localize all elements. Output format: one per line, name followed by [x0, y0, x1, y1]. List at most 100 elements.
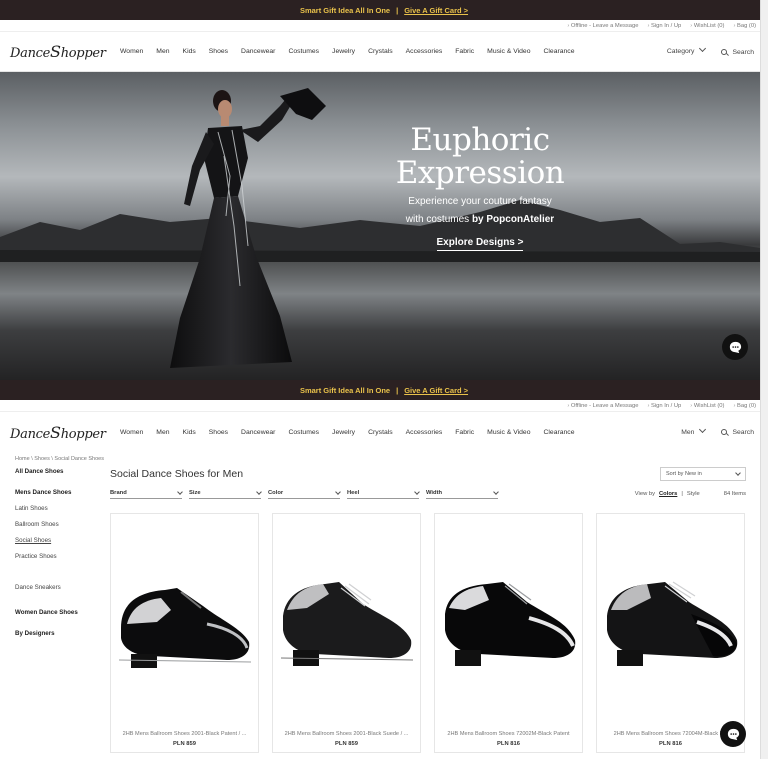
nav-item-shoes[interactable]: Shoes	[209, 48, 228, 55]
filter-width[interactable]: Width	[426, 488, 499, 499]
nav-right-2: Men Search	[681, 425, 754, 436]
gift-card-link[interactable]: Give A Gift Card >	[404, 6, 468, 15]
nav-right: Category Search	[667, 44, 754, 56]
filter-brand[interactable]: Brand	[110, 488, 183, 499]
filter-size[interactable]: Size	[189, 488, 262, 499]
nav-item-women[interactable]: Women	[120, 48, 143, 55]
chevron-down-icon	[699, 44, 707, 53]
product-price: PLN 859	[335, 741, 358, 747]
listing-header: Social Dance Shoes for Men Sort by New i…	[110, 463, 746, 485]
sidebar-item-by-designers[interactable]: By Designers	[15, 630, 110, 637]
product-card[interactable]: 2HB Mens Ballroom Shoes 2001-Black Paten…	[110, 513, 259, 753]
chevron-down-icon	[735, 470, 741, 476]
sign-in-link[interactable]: Sign In / Up	[647, 23, 681, 29]
sign-in-link-2[interactable]: Sign In / Up	[647, 403, 681, 409]
scrollbar-top[interactable]	[760, 0, 768, 380]
nav-item-music-video[interactable]: Music & Video	[487, 429, 530, 436]
nav-item-accessories[interactable]: Accessories	[406, 429, 443, 436]
nav-item-costumes[interactable]: Costumes	[288, 48, 319, 55]
view-by-label: View by	[634, 491, 655, 497]
sidebar-item-women-dance-shoes[interactable]: Women Dance Shoes	[15, 609, 110, 616]
nav-item-men[interactable]: Men	[156, 48, 169, 55]
nav-item-crystals[interactable]: Crystals	[368, 429, 393, 436]
sidebar-item-ballroom-shoes[interactable]: Ballroom Shoes	[15, 521, 110, 528]
nav-item-clearance[interactable]: Clearance	[544, 429, 575, 436]
listing-main: Social Dance Shoes for Men Sort by New i…	[110, 463, 768, 753]
product-name[interactable]: 2HB Mens Ballroom Shoes 2001-Black Paten…	[111, 731, 258, 737]
hero-title-line1: Euphoric	[410, 122, 550, 158]
product-image	[118, 588, 252, 668]
main-nav: DanceShopper Women Men Kids Shoes Dancew…	[0, 32, 768, 72]
sidebar-item-all-dance-shoes[interactable]: All Dance Shoes	[15, 468, 110, 475]
category-select-2[interactable]: Men	[681, 425, 707, 436]
logo-2[interactable]: DanceShopper	[10, 423, 120, 442]
product-card[interactable]: 2HB Mens Ballroom Shoes 72004M-Black P..…	[596, 513, 745, 753]
nav-item-jewelry[interactable]: Jewelry	[332, 48, 355, 55]
search-button-2[interactable]: Search	[721, 428, 754, 436]
nav-item-kids[interactable]: Kids	[183, 48, 196, 55]
sidebar-item-social-shoes[interactable]: Social Shoes	[15, 537, 110, 544]
gift-card-link-2[interactable]: Give A Gift Card >	[404, 386, 468, 395]
chevron-down-icon	[699, 425, 707, 433]
utility-bar: Offline - Leave a Message Sign In / Up W…	[0, 20, 768, 32]
page-title: Social Dance Shoes for Men	[110, 468, 244, 480]
category-select[interactable]: Category	[667, 44, 707, 55]
product-image	[445, 582, 576, 666]
logo[interactable]: DanceShopper	[10, 42, 120, 61]
nav-item-dancewear[interactable]: Dancewear	[241, 48, 275, 55]
search-button[interactable]: Search	[721, 48, 754, 56]
nav-item-women[interactable]: Women	[120, 429, 143, 436]
category-sidebar: All Dance Shoes Mens Dance Shoes Latin S…	[15, 463, 110, 753]
promo-bar: Smart Gift Idea All In One | Give A Gift…	[0, 0, 768, 20]
nav-item-fabric[interactable]: Fabric	[455, 429, 474, 436]
nav-item-costumes[interactable]: Costumes	[288, 429, 319, 436]
item-count: 84 Items	[723, 491, 746, 497]
hero-banner[interactable]: Euphoric Expression Experience your cout…	[0, 72, 760, 380]
offline-message-link-2[interactable]: Offline - Leave a Message	[567, 403, 639, 409]
chat-button[interactable]	[722, 334, 748, 360]
promo-text: Smart Gift Idea All In One	[299, 5, 391, 15]
main-nav-2: DanceShopper Women Men Kids Shoes Dancew…	[0, 412, 768, 452]
product-card[interactable]: 2HB Mens Ballroom Shoes 2001-Black Suede…	[272, 513, 421, 753]
view-colors-toggle[interactable]: Colors	[659, 491, 677, 497]
nav-item-accessories[interactable]: Accessories	[406, 48, 443, 55]
hero-text: Euphoric Expression Experience your cout…	[380, 124, 580, 251]
wishlist-link[interactable]: WishList (0)	[690, 23, 725, 29]
view-separator: |	[681, 491, 683, 497]
sidebar-item-dance-sneakers[interactable]: Dance Sneakers	[15, 584, 110, 591]
nav-item-kids[interactable]: Kids	[183, 429, 196, 436]
breadcrumb[interactable]: Home \ Shoes \ Social Dance Shoes	[0, 452, 768, 463]
search-icon	[721, 48, 728, 55]
chat-button-2[interactable]	[720, 721, 746, 747]
scrollbar-bottom[interactable]	[760, 380, 768, 759]
promo-text-2: Smart Gift Idea All In One	[299, 385, 391, 395]
nav-item-men[interactable]: Men	[156, 429, 169, 436]
nav-item-shoes[interactable]: Shoes	[209, 429, 228, 436]
filter-heel[interactable]: Heel	[347, 488, 420, 499]
nav-item-clearance[interactable]: Clearance	[544, 48, 575, 55]
product-name[interactable]: 2HB Mens Ballroom Shoes 2001-Black Suede…	[273, 731, 420, 737]
explore-designs-link[interactable]: Explore Designs >	[436, 237, 524, 251]
search-icon	[721, 429, 728, 435]
hero-subtitle-line1: Experience your couture fantasy	[408, 196, 552, 207]
nav-item-crystals[interactable]: Crystals	[368, 48, 393, 55]
nav-item-fabric[interactable]: Fabric	[455, 48, 474, 55]
wishlist-link-2[interactable]: WishList (0)	[690, 403, 725, 409]
bag-link[interactable]: Bag (0)	[733, 23, 756, 29]
promo-bar-2: Smart Gift Idea All In One | Give A Gift…	[0, 380, 768, 400]
sort-select[interactable]: Sort by New in	[660, 467, 746, 481]
product-name[interactable]: 2HB Mens Ballroom Shoes 72002M-Black Pat…	[435, 731, 582, 737]
sidebar-item-mens-dance-shoes[interactable]: Mens Dance Shoes	[15, 489, 110, 496]
view-style-toggle[interactable]: Style	[687, 491, 700, 497]
product-image	[280, 582, 414, 666]
sidebar-item-latin-shoes[interactable]: Latin Shoes	[15, 505, 110, 512]
product-image	[607, 581, 738, 666]
sidebar-item-practice-shoes[interactable]: Practice Shoes	[15, 553, 110, 560]
nav-item-music-video[interactable]: Music & Video	[487, 48, 530, 55]
nav-item-jewelry[interactable]: Jewelry	[332, 429, 355, 436]
bag-link-2[interactable]: Bag (0)	[733, 403, 756, 409]
nav-item-dancewear[interactable]: Dancewear	[241, 429, 275, 436]
product-card[interactable]: 2HB Mens Ballroom Shoes 72002M-Black Pat…	[434, 513, 583, 753]
offline-message-link[interactable]: Offline - Leave a Message	[567, 23, 639, 29]
filter-color[interactable]: Color	[268, 488, 341, 499]
